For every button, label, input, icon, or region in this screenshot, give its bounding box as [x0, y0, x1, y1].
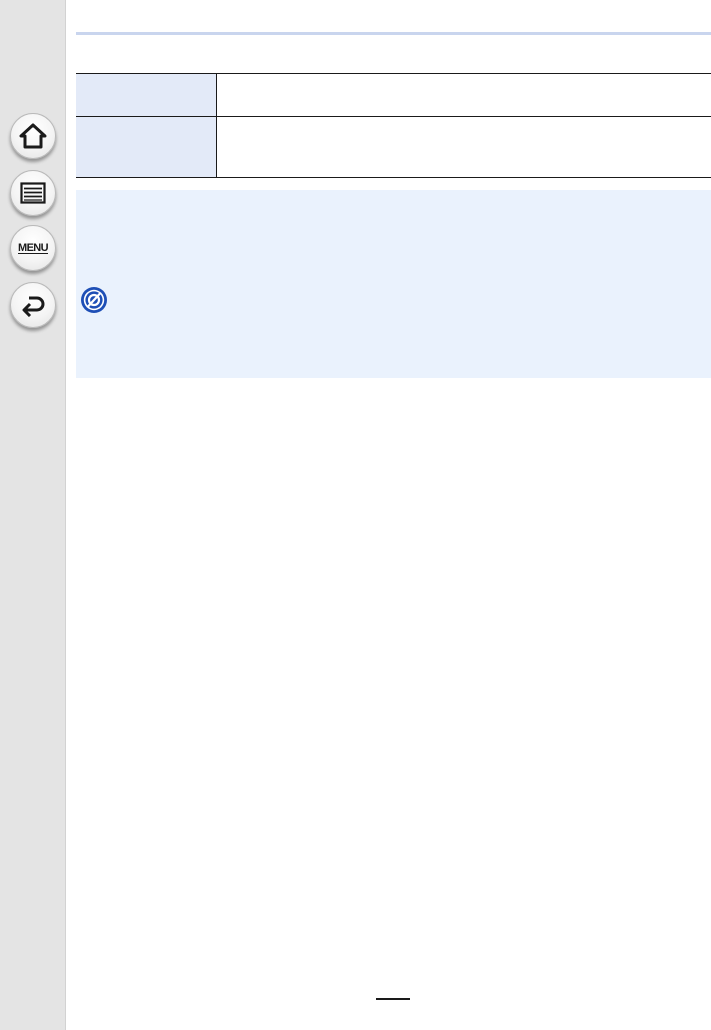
table-row	[76, 73, 711, 117]
page-number-underline	[376, 998, 410, 1000]
not-available-icon	[81, 287, 107, 313]
sidebar-nav: MENU	[0, 0, 66, 1030]
table-row-value	[216, 73, 711, 117]
menu-label: MENU	[18, 242, 49, 254]
table-row-label	[76, 116, 217, 178]
note-box	[76, 190, 711, 378]
table-row	[76, 116, 711, 178]
contents-list-button[interactable]	[10, 170, 56, 216]
menu-button[interactable]: MENU	[10, 225, 56, 271]
home-button[interactable]	[10, 113, 56, 159]
list-icon	[20, 182, 46, 204]
table-row-value	[216, 116, 711, 178]
settings-table	[76, 73, 711, 178]
home-icon	[19, 123, 47, 149]
header-rule	[76, 32, 711, 35]
back-button[interactable]	[10, 282, 56, 328]
back-arrow-icon	[22, 296, 45, 317]
table-row-label	[76, 73, 217, 117]
